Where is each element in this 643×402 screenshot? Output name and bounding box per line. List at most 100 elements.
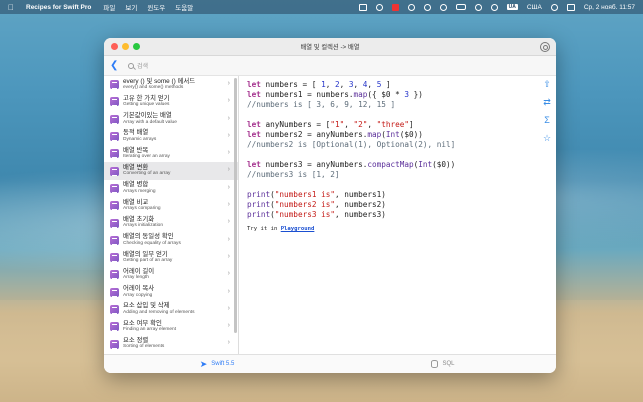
sidebar-item[interactable]: 기본값이있는 배열 Array with a default value › [104, 111, 238, 128]
code-comment: //numbers is [ 3, 6, 9, 12, 15 ] [247, 100, 396, 109]
recipe-icon [110, 305, 119, 314]
code-block: let numbers = [ 1, 2, 3, 4, 5 ] let numbe… [247, 80, 556, 220]
chevron-right-icon: › [227, 304, 230, 312]
sidebar-item[interactable]: 요소 정렬 Sorting of elements › [104, 335, 238, 352]
input-source-label[interactable]: США [527, 4, 542, 11]
sidebar-item[interactable]: 요소 삽입 및 삭제 Adding and removing of element… [104, 301, 238, 318]
sidebar-item-text: 요소 정렬 Sorting of elements [123, 337, 164, 350]
user-icon[interactable] [474, 3, 482, 11]
code-line: let anyNumbers = ["1", "2", "three"] [247, 120, 414, 129]
sidebar-item[interactable]: 배열 비교 Arrays comparing › [104, 197, 238, 214]
sidebar-item[interactable]: 고유 한 가치 얻기 Getting unique values › [104, 93, 238, 110]
code-line: let numbers3 = anyNumbers.compactMap(Int… [247, 160, 456, 169]
search-icon [128, 62, 134, 69]
sidebar-item[interactable]: 요소 여부 확인 Finding an array element › [104, 318, 238, 335]
vpn-icon[interactable] [439, 3, 447, 11]
wifi-icon[interactable] [490, 3, 498, 11]
control-center-icon[interactable] [566, 3, 575, 11]
sidebar-item-text: 고유 한 가치 얻기 Getting unique values [123, 95, 170, 108]
sidebar-item-title: every () 및 some () 메서드 [123, 77, 196, 85]
chevron-right-icon: › [227, 218, 230, 226]
sidebar-item[interactable]: every () 및 some () 메서드 every() and some()… [104, 76, 238, 93]
sidebar-item[interactable]: 배열의 동일성 확인 Checking equality of arrays › [104, 232, 238, 249]
recipe-icon [110, 183, 119, 193]
input-source-flag-icon[interactable]: UA [506, 4, 518, 10]
sidebar-item-text: 배열 비교 Arrays comparing [123, 199, 161, 212]
recipe-icon [110, 270, 119, 280]
menu-view[interactable]: 보기 [125, 2, 137, 12]
sidebar-item[interactable]: 배열 병합 Arrays merging › [104, 180, 238, 197]
back-chevron-icon[interactable]: ❮ [110, 60, 120, 71]
sidebar-item-subtitle: Array with a default value [123, 119, 177, 125]
playground-link[interactable]: Playground [281, 226, 315, 232]
record-icon[interactable] [391, 3, 399, 11]
gear-icon[interactable] [540, 42, 550, 52]
sidebar-item-title: 기본값이있는 배열 [123, 112, 172, 120]
app-menu[interactable]: Recipes for Swift Pro [26, 4, 91, 11]
sidebar-item-subtitle: Finding an array element [123, 327, 177, 333]
search-field[interactable]: 검색 [128, 61, 148, 70]
language-tab-bar: ➤ Swift 5.5 SQL [104, 354, 556, 373]
sidebar-item-text: 배열 병합 Arrays merging [123, 181, 156, 194]
spotlight-icon[interactable] [550, 3, 558, 11]
code-line: let numbers2 = anyNumbers.map(Int($0)) [247, 130, 423, 139]
recipe-icon [110, 166, 119, 176]
sidebar-item-title: 어레이 복사 [123, 285, 155, 293]
sidebar-item-subtitle: Arrays initialization [123, 223, 163, 229]
sidebar-item-subtitle: Getting unique values [123, 102, 170, 108]
status-area: UA США Ср, 2 нояб. 11:57 [358, 3, 635, 11]
sidebar-item-text: 배열의 일부 얻기 Getting part of an array [123, 250, 172, 264]
compare-icon[interactable]: ⇄ [542, 98, 552, 107]
chevron-right-icon: › [227, 183, 230, 191]
recipe-icon [110, 201, 119, 211]
tab-sql[interactable]: SQL [330, 355, 556, 373]
code-line: let numbers = [ 1, 2, 3, 4, 5 ] [247, 80, 391, 89]
sidebar-item-text: 동적 배열 Dynamic arrays [123, 130, 156, 142]
sidebar-item[interactable]: 배열 변환 Converting of an array › [104, 162, 238, 180]
clock[interactable]: Ср, 2 нояб. 11:57 [584, 4, 635, 11]
sidebar-item-subtitle: Array length [123, 275, 149, 281]
share-icon[interactable]: ⇧ [542, 80, 552, 89]
chevron-right-icon: › [227, 97, 230, 105]
apple-icon[interactable]:  [8, 3, 16, 12]
chevron-right-icon: › [227, 287, 230, 295]
sidebar-item-title: 배열의 동일성 확인 [123, 233, 174, 241]
sidebar-item-text: 배열 변환 Converting of an array [123, 164, 170, 177]
menu-file[interactable]: 파일 [103, 2, 115, 12]
chevron-right-icon: › [227, 339, 230, 347]
code-comment: //numbers3 is [1, 2] [247, 170, 340, 179]
menu-help[interactable]: 도움말 [175, 2, 193, 12]
sidebar-item[interactable]: 배열 반복 Iterating over an array › [104, 145, 238, 162]
star-icon[interactable]: ☆ [542, 134, 552, 143]
battery-icon[interactable] [455, 4, 466, 10]
recipe-icon [110, 80, 119, 90]
sidebar-item-text: 어레이 길이 Array length [123, 268, 154, 281]
sidebar-item[interactable]: 배열의 일부 얻기 Getting part of an array › [104, 249, 238, 266]
shazam-icon[interactable] [407, 3, 415, 11]
chevron-right-icon: › [227, 80, 230, 87]
sidebar-item[interactable]: 배열 초기화 Arrays initialization › [104, 214, 238, 231]
tab-swift[interactable]: ➤ Swift 5.5 [104, 355, 330, 373]
recipe-icon [110, 322, 119, 332]
code-line: print("numbers2 is", numbers2) [247, 200, 386, 209]
database-icon [431, 360, 439, 368]
code-line: print("numbers1 is", numbers1) [247, 190, 386, 199]
sidebar-item-title: 배열의 일부 얻기 [123, 250, 168, 258]
volume-icon[interactable] [375, 3, 383, 11]
sigma-icon[interactable]: Σ [542, 116, 552, 125]
title-bar: 배열 및 컬렉션 -> 배열 [104, 38, 556, 56]
recipe-icon [110, 235, 119, 245]
code-line: let numbers1 = numbers.map({ $0 * 3 }) [247, 90, 423, 99]
sidebar-item[interactable]: 어레이 길이 Array length › [104, 266, 238, 283]
sidebar-item[interactable]: 동적 배열 Dynamic arrays › [104, 128, 238, 145]
recipe-icon [110, 253, 119, 263]
code-view: let numbers = [ 1, 2, 3, 4, 5 ] let numbe… [239, 76, 556, 354]
action-icons: ⇧ ⇄ Σ ☆ [542, 80, 552, 143]
sidebar-scrollbar[interactable] [234, 78, 237, 333]
bluetooth-icon[interactable] [423, 3, 431, 11]
main-area: every () 및 some () 메서드 every() and some()… [104, 76, 556, 354]
sidebar-item-subtitle: Checking equality of arrays [123, 240, 181, 246]
menu-window[interactable]: 윈도우 [147, 2, 165, 12]
screen-mirror-icon[interactable] [358, 3, 367, 11]
sidebar-item[interactable]: 어레이 복사 Array copying › [104, 284, 238, 301]
